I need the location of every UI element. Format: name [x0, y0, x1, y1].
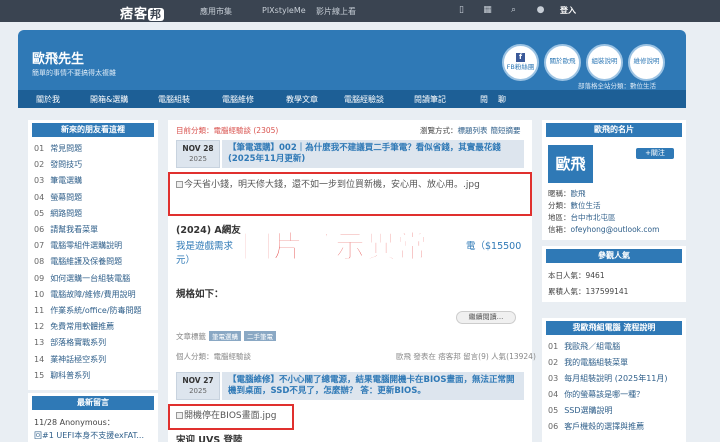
blog-title[interactable]: 歐飛先生 — [32, 48, 84, 67]
top-bar: 痞客邦 應用市集 PIXstyleMe 影片線上看 ▯ ▦ ⌕ ● 登入 — [0, 0, 720, 22]
list-item[interactable]: 02 我的電腦組裝菜單 — [548, 357, 628, 368]
today-visitors: 本日人氣：9461 — [548, 271, 605, 280]
visitors-heading: 參觀人氣 — [546, 249, 682, 263]
bell-icon[interactable]: ● — [535, 5, 546, 16]
list-item[interactable]: 03 筆電選購 — [34, 175, 82, 186]
about-button[interactable]: 關於歐飛 — [544, 44, 581, 81]
blog-category: 部落格全站分類：數位生活 — [578, 82, 656, 90]
post1-heading: (2024) A網友 — [176, 225, 241, 236]
fb-fanpage-button[interactable]: f FB粉絲團 — [502, 44, 539, 81]
menu-reading[interactable]: 閱讀筆記 — [414, 94, 446, 105]
list-item[interactable]: 14 業神話極空系列 — [34, 354, 106, 365]
read-more-button[interactable]: 繼續閱讀... — [456, 311, 516, 324]
list-item[interactable]: 11 作業系統/office/防毒問題 — [34, 305, 142, 316]
list-item[interactable]: 06 客戶機殼的選擇與推薦 — [548, 421, 644, 432]
post1-text-1: 我是遊戲需求 — [176, 241, 234, 252]
list-item[interactable]: 12 免費常用軟體推薦 — [34, 321, 114, 332]
nav-video[interactable]: 影片線上看 — [316, 6, 356, 17]
search-icon[interactable]: ⌕ — [508, 5, 519, 16]
list-item[interactable]: 08 電腦維護及保養問題 — [34, 256, 122, 267]
follow-button[interactable]: +關注 — [636, 148, 674, 159]
view-summary-link[interactable]: 簡短摘要 — [491, 126, 521, 135]
post2-next-line: 宋迎 UVS 登陸 — [176, 435, 243, 442]
post1-tags: 文章標籤 筆電選購 二手筆電 — [176, 331, 276, 342]
grid-icon[interactable]: ▦ — [482, 5, 493, 16]
tag-used-laptop[interactable]: 二手筆電 — [244, 331, 276, 341]
menu-read[interactable]: 閱 — [480, 94, 488, 105]
newcomer-heading: 新來的朋友看這裡 — [32, 123, 154, 137]
list-item[interactable]: 07 電腦零組件選購說明 — [34, 240, 122, 251]
main-menu: 關於我 開箱&選購 電腦組裝 電腦維修 教學文章 電腦經驗談 閱讀筆記 閱 聊 — [18, 90, 686, 108]
pixnet-logo[interactable]: 痞客邦 — [120, 3, 165, 22]
build-guide-heading: 我歐飛組電腦 流程說明 — [546, 321, 682, 335]
image-error-annotation: 圖片顯示異常 — [242, 230, 428, 266]
list-item[interactable]: 15 聊科普系列 — [34, 370, 90, 381]
view-list-link[interactable]: 標題列表 — [458, 126, 488, 135]
current-category: 目前分類：電腦經驗談 (2305) — [176, 126, 279, 135]
menu-about[interactable]: 關於我 — [36, 94, 60, 105]
profile-line: 信箱：ofeyhong@outlook.com — [548, 225, 660, 234]
menu-unboxing[interactable]: 開箱&選購 — [90, 94, 128, 105]
post1-text-3: 元） — [176, 255, 196, 266]
menu-repair[interactable]: 電腦維修 — [222, 94, 254, 105]
avatar[interactable]: 歐飛 — [548, 145, 593, 183]
comment-author[interactable]: 11/28 Anonymous： — [34, 417, 115, 428]
blog-subtitle: 簡單的事情不要搞得太複雜 — [32, 69, 116, 77]
post1-title[interactable]: 【筆電選購】002｜為什麼我不建議買二手筆電？看似省錢，其實最花錢 (2025年… — [228, 143, 522, 165]
comment-text[interactable]: 回#1 UEFI本身不支援exFAT... — [34, 430, 144, 441]
post1-category: 個人分類：電腦經驗談 — [176, 352, 251, 361]
list-item[interactable]: 09 如何選購一台組裝電腦 — [34, 273, 130, 284]
post1-stats: 歐飛 發表在 痞客邦 留言(9) 人氣(13924) — [396, 352, 536, 361]
profile-heading: 歐飛的名片 — [546, 123, 682, 137]
profile-line: 分類：數位生活 — [548, 201, 601, 210]
list-item[interactable]: 10 電腦故障/維修/費用說明 — [34, 289, 136, 300]
post1-date: NOV 28 2025 — [176, 140, 220, 168]
post2-highlight-box — [168, 404, 294, 430]
list-item[interactable]: 05 SSD選購說明 — [548, 405, 613, 416]
nav-pixstyleme[interactable]: PIXstyleMe — [262, 6, 306, 15]
facebook-icon: f — [516, 53, 525, 62]
repair-guide-button[interactable]: 維修說明 — [628, 44, 665, 81]
list-item[interactable]: 05 網路問題 — [34, 208, 82, 219]
menu-chat[interactable]: 聊 — [498, 94, 506, 105]
list-item[interactable]: 03 每月組裝說明 (2025年11月) — [548, 373, 668, 384]
login-link[interactable]: 登入 — [560, 5, 576, 16]
post1-highlight-box — [168, 172, 532, 216]
post2-date: NOV 27 2025 — [176, 372, 220, 400]
menu-tutorial[interactable]: 教學文章 — [286, 94, 318, 105]
tag-laptop[interactable]: 筆電選購 — [209, 331, 241, 341]
nav-app-market[interactable]: 應用市集 — [200, 6, 232, 17]
latest-comments-heading: 最新留言 — [32, 396, 154, 410]
list-item[interactable]: 01 我歐飛／組電腦 — [548, 341, 620, 352]
total-visitors: 累積人氣：137599141 — [548, 287, 629, 296]
view-mode: 瀏覽方式：標題列表 簡短摘要 — [420, 126, 521, 135]
list-item[interactable]: 02 發問技巧 — [34, 159, 82, 170]
list-item[interactable]: 04 螢幕問題 — [34, 192, 82, 203]
phone-icon[interactable]: ▯ — [456, 5, 467, 16]
list-item[interactable]: 13 部落格實戰系列 — [34, 337, 106, 348]
profile-line: 地區：台中市北屯區 — [548, 213, 616, 222]
profile-line: 暱稱：歐飛 — [548, 189, 586, 198]
blog-header: 歐飛先生 簡單的事情不要搞得太複雜 f FB粉絲團 關於歐飛 組裝說明 維修說明 … — [18, 30, 686, 90]
list-item[interactable]: 01 常見問題 — [34, 143, 82, 154]
assembly-guide-button[interactable]: 組裝說明 — [586, 44, 623, 81]
list-item[interactable]: 04 你的螢幕該是哪一種？ — [548, 389, 644, 400]
post2-title[interactable]: 【電腦維修】不小心關了總電源，結果電腦開機卡在BIOS畫面，無法正常開機到桌面，… — [228, 375, 522, 397]
post1-text-2: 電（$15500 — [466, 241, 522, 252]
menu-experience[interactable]: 電腦經驗談 — [344, 94, 384, 105]
menu-assembly[interactable]: 電腦組裝 — [158, 94, 190, 105]
post1-spec: 規格如下： — [176, 289, 224, 300]
list-item[interactable]: 06 請幫我看菜單 — [34, 224, 98, 235]
